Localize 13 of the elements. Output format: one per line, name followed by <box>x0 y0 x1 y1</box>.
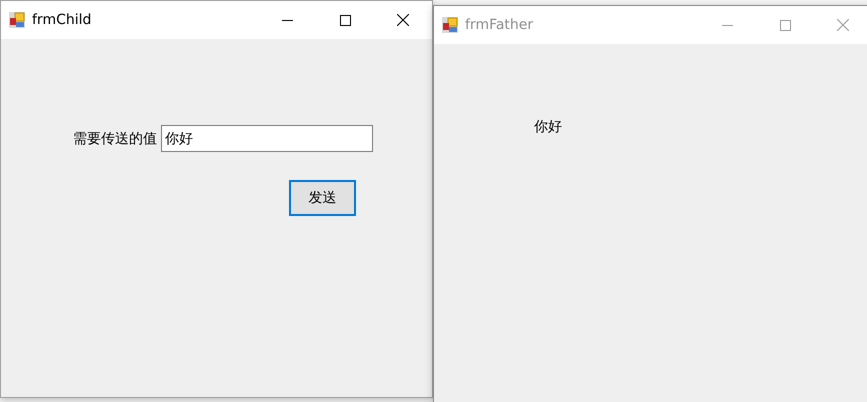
received-text: 你好 <box>534 118 562 136</box>
window-title: frmChild <box>32 12 92 28</box>
app-icon <box>442 17 458 33</box>
value-field[interactable]: 你好 <box>161 125 373 152</box>
field-label: 需要传送的值 <box>73 130 157 148</box>
close-icon <box>397 14 409 26</box>
window-title: frmFather <box>465 17 534 33</box>
minimize-icon <box>722 24 732 26</box>
close-icon <box>837 19 849 31</box>
send-button[interactable]: 发送 <box>289 180 356 216</box>
maximize-icon <box>340 14 350 26</box>
app-icon <box>9 12 25 28</box>
maximize-icon <box>780 20 790 30</box>
